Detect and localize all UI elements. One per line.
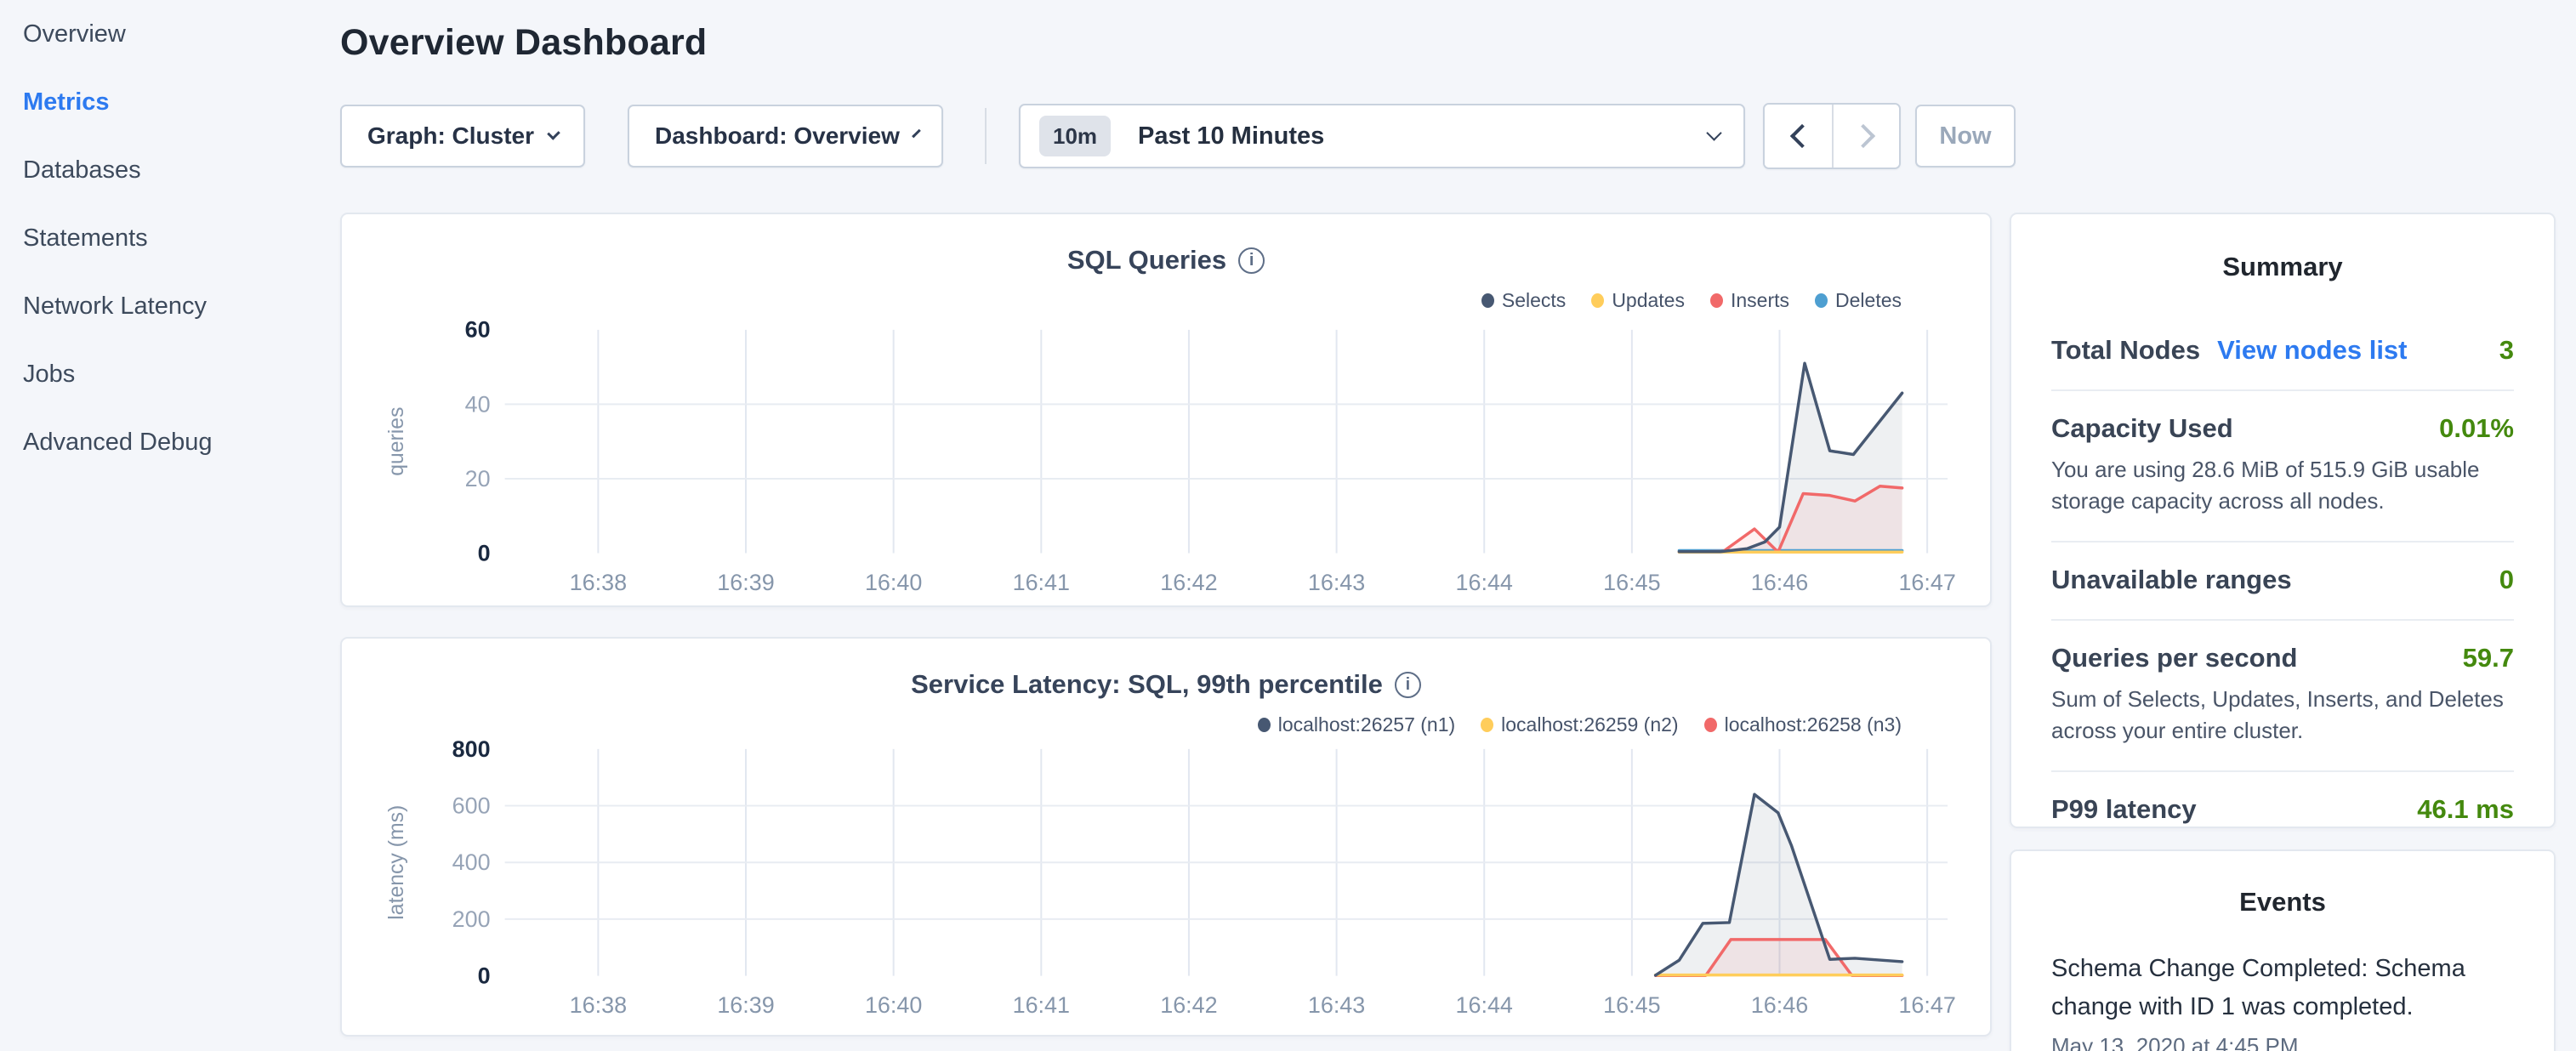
y-tick-label: 0 — [478, 963, 491, 989]
sql-queries-chart-card: SQL Queries i SelectsUpdatesInsertsDelet… — [340, 213, 1992, 607]
y-tick-label: 600 — [452, 793, 491, 819]
time-range-badge: 10m — [1039, 116, 1111, 156]
x-tick-label: 16:42 — [1160, 992, 1217, 1018]
y-tick-label: 200 — [452, 906, 491, 932]
content-row: SQL Queries i SelectsUpdatesInsertsDelet… — [340, 213, 2556, 1051]
x-tick-label: 16:43 — [1308, 992, 1365, 1018]
graph-dropdown-label: Graph: Cluster — [367, 122, 534, 150]
x-tick-label: 16:47 — [1898, 992, 1955, 1018]
sidebar-item-statements[interactable]: Statements — [23, 204, 340, 272]
summary-desc: Sum of Selects, Updates, Inserts, and De… — [2051, 684, 2514, 747]
right-column: Summary Total Nodes View nodes list 3 Capac… — [2010, 213, 2556, 1051]
summary-label: Total Nodes — [2051, 335, 2200, 366]
chevron-right-icon — [1851, 124, 1874, 148]
x-tick-label: 16:38 — [570, 570, 627, 595]
event-item[interactable]: Schema Change Completed: Schema change w… — [2051, 950, 2514, 1051]
y-tick-label: 800 — [452, 736, 491, 762]
summary-row: Capacity Used 0.01% You are using 28.6 MiB… — [2051, 391, 2514, 543]
view-nodes-link[interactable]: View nodes list — [2217, 335, 2407, 366]
summary-label: Queries per second — [2051, 643, 2297, 673]
summary-label: Capacity Used — [2051, 413, 2233, 444]
y-tick-label: 0 — [478, 541, 491, 566]
time-back-button[interactable] — [1765, 105, 1832, 168]
summary-value: 59.7 — [2463, 643, 2514, 673]
x-tick-label: 16:45 — [1603, 992, 1660, 1018]
service-latency-plot[interactable]: 16:38 16:39 16:40 16:41 16:42 16:43 16:44 16:45… — [342, 639, 1990, 1035]
x-tick-label: 16:47 — [1898, 570, 1955, 595]
graph-dropdown[interactable]: Graph: Cluster — [340, 105, 585, 168]
x-tick-label: 16:39 — [717, 570, 774, 595]
y-tick-label: 400 — [452, 849, 491, 875]
toolbar-divider — [985, 108, 987, 164]
sidebar-item-metrics[interactable]: Metrics — [23, 68, 340, 136]
time-pager — [1763, 103, 1901, 169]
summary-label: P99 latency — [2051, 794, 2197, 825]
x-tick-label: 16:39 — [717, 992, 774, 1018]
dashboard-dropdown[interactable]: Dashboard: Overview — [628, 105, 943, 168]
event-text: Schema Change Completed: Schema change w… — [2051, 950, 2514, 1026]
now-button[interactable]: Now — [1915, 105, 2016, 168]
x-tick-label: 16:41 — [1013, 570, 1070, 595]
sql-queries-plot[interactable]: 16:38 16:39 16:40 16:41 16:42 16:43 16:44 16:45… — [342, 214, 1990, 605]
x-tick-label: 16:40 — [865, 570, 922, 595]
y-tick-label: 60 — [465, 317, 491, 343]
toolbar: Graph: Cluster Dashboard: Overview 10m P… — [340, 103, 2556, 169]
event-timestamp: May 13, 2020 at 4:45 PM — [2051, 1033, 2514, 1051]
sidebar-item-network-latency[interactable]: Network Latency — [23, 272, 340, 340]
summary-label: Unavailable ranges — [2051, 565, 2292, 595]
x-tick-label: 16:38 — [570, 992, 627, 1018]
y-tick-label: 40 — [465, 391, 491, 417]
dashboard-dropdown-label: Dashboard: Overview — [655, 122, 900, 150]
summary-value: 0 — [2499, 565, 2514, 595]
page-title: Overview Dashboard — [340, 22, 2556, 64]
summary-row: Queries per second 59.7 Sum of Selects, Up… — [2051, 621, 2514, 772]
summary-row: Total Nodes View nodes list 3 — [2051, 313, 2514, 391]
sidebar-item-databases[interactable]: Databases — [23, 136, 340, 204]
chevron-down-icon — [1706, 125, 1721, 140]
time-range-label: Past 10 Minutes — [1138, 122, 1324, 151]
y-axis-title: queries — [384, 407, 408, 476]
chevron-down-icon — [912, 128, 921, 138]
app-root: OverviewMetricsDatabasesStatementsNetwor… — [0, 0, 2576, 1051]
x-tick-label: 16:45 — [1603, 570, 1660, 595]
summary-value: 3 — [2499, 335, 2514, 366]
summary-panel: Summary Total Nodes View nodes list 3 Capac… — [2010, 213, 2556, 828]
events-title: Events — [2051, 887, 2514, 917]
events-list: Schema Change Completed: Schema change w… — [2051, 950, 2514, 1051]
summary-value: 0.01% — [2439, 413, 2514, 444]
sidebar: OverviewMetricsDatabasesStatementsNetwor… — [0, 0, 340, 1051]
service-latency-chart-card: Service Latency: SQL, 99th percentile i … — [340, 637, 1992, 1037]
x-tick-label: 16:41 — [1013, 992, 1070, 1018]
summary-rows: Total Nodes View nodes list 3 Capacity Used… — [2051, 313, 2514, 849]
x-tick-label: 16:42 — [1160, 570, 1217, 595]
x-tick-label: 16:46 — [1751, 992, 1808, 1018]
summary-desc: You are using 28.6 MiB of 515.9 GiB usab… — [2051, 454, 2514, 517]
chevron-down-icon — [547, 127, 560, 140]
main-area: Overview Dashboard Graph: Cluster Dashbo… — [340, 0, 2576, 1051]
y-tick-label: 20 — [465, 466, 491, 491]
sidebar-item-overview[interactable]: Overview — [23, 0, 340, 68]
y-axis-title: latency (ms) — [384, 805, 408, 920]
charts-column: SQL Queries i SelectsUpdatesInsertsDelet… — [340, 213, 1992, 1051]
sidebar-item-advanced-debug[interactable]: Advanced Debug — [23, 408, 340, 476]
chevron-left-icon — [1789, 124, 1813, 148]
summary-value: 46.1 ms — [2417, 794, 2514, 825]
time-range-dropdown[interactable]: 10m Past 10 Minutes — [1019, 104, 1745, 168]
x-tick-label: 16:44 — [1456, 570, 1513, 595]
summary-title: Summary — [2051, 252, 2514, 282]
x-tick-label: 16:40 — [865, 992, 922, 1018]
sidebar-item-jobs[interactable]: Jobs — [23, 340, 340, 408]
x-tick-label: 16:46 — [1751, 570, 1808, 595]
time-forward-button[interactable] — [1832, 105, 1899, 168]
summary-row: P99 latency 46.1 ms — [2051, 772, 2514, 849]
x-tick-label: 16:44 — [1456, 992, 1513, 1018]
summary-row: Unavailable ranges 0 — [2051, 543, 2514, 621]
events-panel: Events Schema Change Completed: Schema c… — [2010, 849, 2556, 1051]
x-tick-label: 16:43 — [1308, 570, 1365, 595]
